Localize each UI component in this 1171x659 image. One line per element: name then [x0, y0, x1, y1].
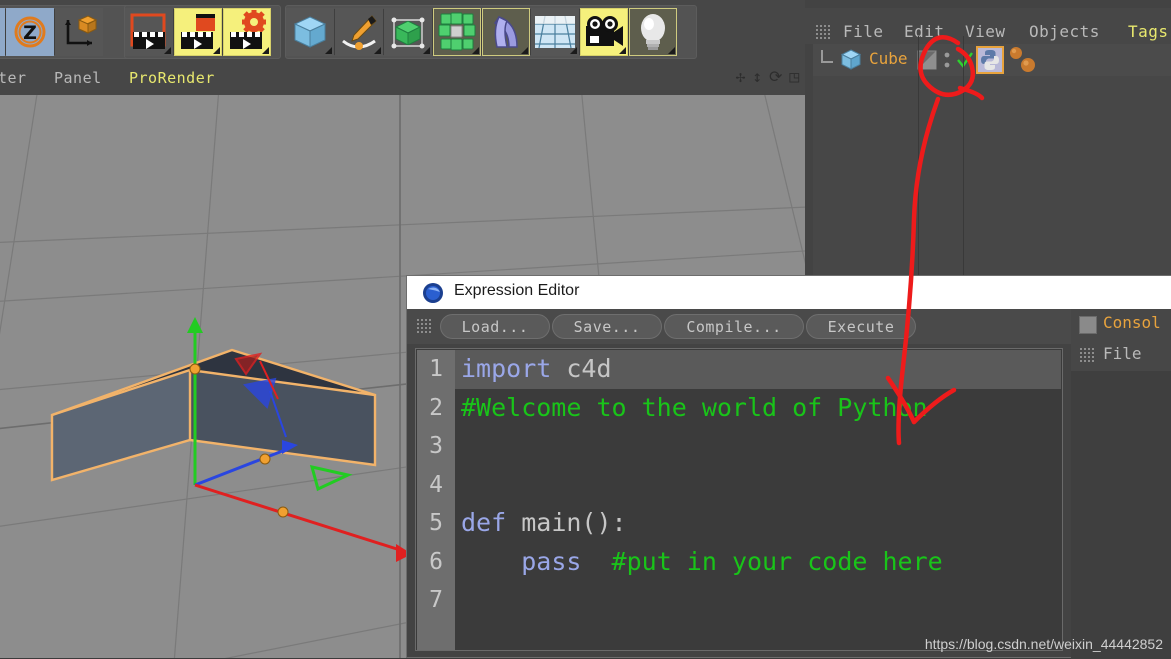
expression-editor-toolbar: Load... Save... Compile... Execute: [407, 309, 1171, 344]
line-number: 3: [429, 433, 443, 459]
expression-editor-window: Expression Editor Load... Save... Compil…: [406, 275, 1171, 659]
line-number: 1: [429, 356, 443, 382]
console-menubar: File: [1071, 339, 1171, 371]
viewport-menu-prorender[interactable]: ProRender: [129, 69, 215, 87]
table-row[interactable]: Cube: [813, 44, 1171, 76]
viewport-corner-icons: ✢ ↕ ⟳ ◳: [736, 68, 799, 86]
panel-grip-icon[interactable]: [815, 24, 831, 41]
world-object-coordinate-icon[interactable]: [55, 8, 103, 56]
deformer-bend-icon[interactable]: [482, 8, 530, 56]
console-tab[interactable]: Consol: [1071, 309, 1171, 339]
code-line[interactable]: def main():: [455, 504, 1061, 543]
panel-grip-icon[interactable]: [416, 318, 433, 335]
mograph-cloner-icon[interactable]: [433, 8, 481, 56]
om-menu-objects[interactable]: Objects: [1029, 22, 1100, 41]
om-menu-edit[interactable]: Edit: [904, 22, 945, 41]
scene-floor-icon[interactable]: [531, 8, 579, 56]
toolbar-group-create: [285, 5, 697, 59]
line-number: 2: [429, 394, 443, 421]
code-token: #Welcome to the world of Python: [461, 392, 928, 422]
window-title: Expression Editor: [454, 282, 580, 299]
object-manager-panel: File Edit View Objects Tags Cube: [805, 0, 1171, 275]
om-menu-view[interactable]: View: [965, 22, 1006, 41]
code-line[interactable]: import c4d: [455, 350, 1061, 389]
code-token: import: [461, 354, 567, 383]
code-line[interactable]: [455, 466, 1061, 505]
spline-pen-icon[interactable]: [335, 8, 383, 56]
code-line[interactable]: [455, 581, 1061, 620]
code-token: main():: [521, 508, 627, 537]
scale-tool-icon[interactable]: ↕: [752, 68, 762, 86]
console-toggle-icon[interactable]: [1079, 316, 1097, 334]
console-panel: Consol File: [1071, 309, 1171, 659]
load-button[interactable]: Load...: [440, 314, 550, 339]
code-line[interactable]: pass #put in your code here: [455, 543, 1061, 582]
light-bulb-icon[interactable]: [629, 8, 677, 56]
toolbar-group-render: [124, 5, 281, 59]
viewport-menu-panel[interactable]: Panel: [54, 69, 102, 87]
viewport-menubar: ter Panel ProRender ✢ ↕ ⟳ ◳: [0, 62, 805, 96]
z-axis-lock-icon[interactable]: Z: [6, 8, 54, 56]
column-divider: [918, 36, 919, 275]
python-tag-icon[interactable]: [976, 46, 1004, 74]
svg-text:Z: Z: [23, 22, 37, 44]
line-number-gutter: 1 2 3 4 5 6 7: [417, 350, 455, 650]
console-tab-label: Consol: [1103, 313, 1161, 332]
visibility-toggle-icon[interactable]: [917, 50, 937, 70]
visibility-dots-icon[interactable]: [943, 48, 951, 72]
line-number: 6: [429, 548, 443, 575]
execute-button[interactable]: Execute: [806, 314, 916, 339]
render-to-picture-viewer-icon[interactable]: [174, 8, 222, 56]
maximize-view-icon[interactable]: ◳: [789, 68, 799, 86]
line-number: 5: [429, 510, 443, 536]
save-button[interactable]: Save...: [552, 314, 662, 339]
object-manager-empty-area[interactable]: [813, 76, 1171, 275]
code-line[interactable]: [455, 427, 1061, 466]
code-lines[interactable]: import c4d #Welcome to the world of Pytho…: [455, 350, 1061, 620]
axis-lock-partial-icon[interactable]: [0, 8, 5, 56]
tree-branch-icon: [821, 50, 833, 63]
viewport-menu-filter[interactable]: ter: [0, 69, 27, 87]
generator-nurbs-icon[interactable]: [384, 8, 432, 56]
material-tag-icon[interactable]: [1020, 57, 1036, 73]
code-token: pass: [521, 546, 582, 576]
camera-icon[interactable]: [580, 8, 628, 56]
code-line[interactable]: #Welcome to the world of Python: [455, 389, 1061, 428]
c4d-app-icon: [423, 283, 443, 303]
watermark-text: https://blog.csdn.net/weixin_44442852: [924, 636, 1163, 652]
window-titlebar[interactable]: Expression Editor: [407, 276, 1171, 309]
code-token: c4d: [566, 354, 612, 383]
move-tool-icon[interactable]: ✢: [736, 68, 746, 86]
panel-grip-icon[interactable]: [1079, 347, 1095, 363]
console-output-area[interactable]: [1071, 371, 1171, 659]
code-token: def: [461, 508, 522, 537]
cube-primitive-icon[interactable]: [286, 8, 334, 56]
code-editor[interactable]: 1 2 3 4 5 6 7 import c4d #Welcome to the …: [415, 348, 1063, 651]
object-name-label: Cube: [869, 49, 908, 68]
line-number: 7: [429, 587, 443, 613]
rotate-tool-icon[interactable]: ⟳: [769, 68, 782, 86]
enabled-check-icon[interactable]: [955, 50, 975, 70]
console-menu-file[interactable]: File: [1103, 344, 1142, 363]
om-menu-file[interactable]: File: [843, 22, 884, 41]
compile-button[interactable]: Compile...: [664, 314, 804, 339]
line-number: 4: [429, 471, 443, 498]
render-view-icon[interactable]: [125, 8, 173, 56]
code-token: #put in your code here: [611, 546, 943, 576]
cube-object-icon: [840, 49, 862, 70]
render-settings-icon[interactable]: [223, 8, 271, 56]
object-manager-menubar: File Edit View Objects Tags: [805, 8, 1171, 44]
om-menu-tags[interactable]: Tags: [1128, 22, 1169, 41]
column-divider: [963, 36, 964, 275]
